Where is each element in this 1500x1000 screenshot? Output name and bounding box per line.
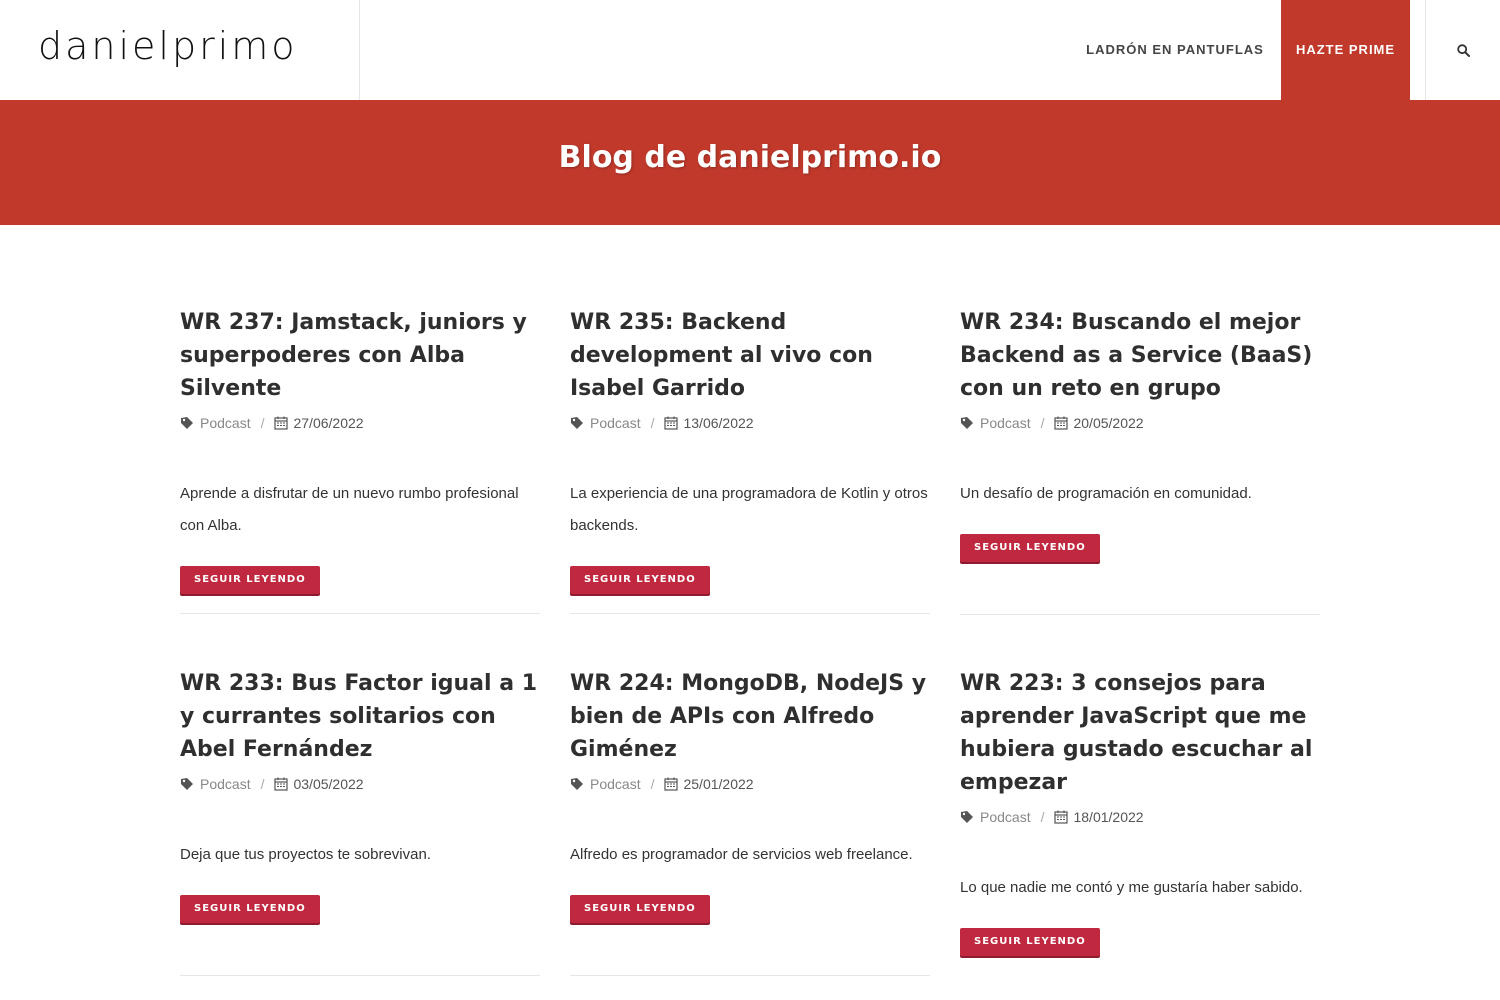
post-card: WR 234: Buscando el mejor Backend as a S… [960,306,1322,562]
post-date: 27/06/2022 [293,415,364,431]
divider [960,614,1320,615]
post-title[interactable]: WR 224: MongoDB, NodeJS y bien de APIs c… [570,667,932,766]
meta-separator: / [650,776,655,792]
post-card: WR 233: Bus Factor igual a 1 y currantes… [180,667,542,923]
post-title[interactable]: WR 237: Jamstack, juniors y superpoderes… [180,306,542,405]
calendar-icon [1054,810,1069,824]
meta-separator: / [1040,809,1045,825]
post-category[interactable]: Podcast [200,776,251,792]
divider [570,613,930,614]
post-category[interactable]: Podcast [590,776,641,792]
post-excerpt: Lo que nadie me contó y me gustaría habe… [960,879,1303,896]
post-meta: Podcast / 20/05/2022 [960,414,1322,432]
tag-icon [181,417,193,429]
nav-item-hazte-prime[interactable]: HAZTE PRIME [1281,0,1410,100]
calendar-icon [664,416,679,430]
logo-container: danielprimo [0,0,360,100]
tag-icon [181,778,193,790]
post-card: WR 235: Backend development al vivo con … [570,306,932,594]
post-date: 20/05/2022 [1073,415,1144,431]
divider [180,613,540,614]
post-date: 25/01/2022 [683,776,754,792]
post-category[interactable]: Podcast [980,415,1031,431]
post-excerpt: Alfredo es programador de servicios web … [570,846,913,863]
calendar-icon [1054,416,1069,430]
post-card: WR 224: MongoDB, NodeJS y bien de APIs c… [570,667,932,923]
nav-item-ladron-en-pantuflas[interactable]: LADRÓN EN PANTUFLAS [1080,0,1270,100]
post-excerpt: La experiencia de una programadora de Ko… [570,485,928,534]
post-date: 13/06/2022 [683,415,754,431]
post-card: WR 237: Jamstack, juniors y superpoderes… [180,306,542,594]
site-header: danielprimo LADRÓN EN PANTUFLAS HAZTE PR… [0,0,1500,100]
post-meta: Podcast / 27/06/2022 [180,414,542,432]
post-excerpt: Un desafío de programación en comunidad. [960,485,1252,502]
post-meta: Podcast / 13/06/2022 [570,414,932,432]
read-more-button[interactable]: SEGUIR LEYENDO [570,566,710,594]
hero-banner: Blog de danielprimo.io [0,100,1500,225]
read-more-button[interactable]: SEGUIR LEYENDO [180,566,320,594]
meta-separator: / [650,415,655,431]
read-more-button[interactable]: SEGUIR LEYENDO [960,534,1100,562]
read-more-button[interactable]: SEGUIR LEYENDO [180,895,320,923]
post-title[interactable]: WR 233: Bus Factor igual a 1 y currantes… [180,667,542,766]
read-more-button[interactable]: SEGUIR LEYENDO [570,895,710,923]
divider [570,975,930,976]
post-category[interactable]: Podcast [980,809,1031,825]
post-title[interactable]: WR 235: Backend development al vivo con … [570,306,932,405]
post-title[interactable]: WR 234: Buscando el mejor Backend as a S… [960,306,1322,405]
post-excerpt: Aprende a disfrutar de un nuevo rumbo pr… [180,485,519,534]
meta-separator: / [260,415,265,431]
meta-separator: / [260,776,265,792]
post-meta: Podcast / 25/01/2022 [570,775,932,793]
post-meta: Podcast / 18/01/2022 [960,808,1322,826]
post-meta: Podcast / 03/05/2022 [180,775,542,793]
post-category[interactable]: Podcast [590,415,641,431]
site-logo[interactable]: danielprimo [38,24,298,68]
search-icon [1457,44,1470,57]
search-button[interactable] [1425,0,1500,100]
calendar-icon [274,777,289,791]
meta-separator: / [1040,415,1045,431]
tag-icon [571,417,583,429]
page-title: Blog de danielprimo.io [558,140,942,175]
post-date: 03/05/2022 [293,776,364,792]
post-date: 18/01/2022 [1073,809,1144,825]
tag-icon [571,778,583,790]
post-title[interactable]: WR 223: 3 consejos para aprender JavaScr… [960,667,1322,799]
post-excerpt: Deja que tus proyectos te sobrevivan. [180,846,431,863]
read-more-button[interactable]: SEGUIR LEYENDO [960,928,1100,956]
divider [180,975,540,976]
tag-icon [961,811,973,823]
post-category[interactable]: Podcast [200,415,251,431]
tag-icon [961,417,973,429]
post-card: WR 223: 3 consejos para aprender JavaScr… [960,667,1322,956]
calendar-icon [274,416,289,430]
calendar-icon [664,777,679,791]
